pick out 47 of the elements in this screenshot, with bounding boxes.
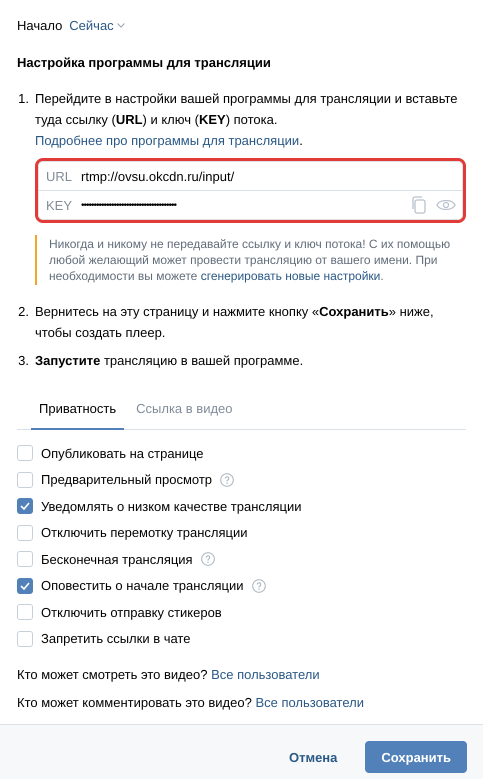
save-button[interactable]: Сохранить: [365, 741, 467, 773]
eye-icon[interactable]: [436, 199, 456, 211]
checkbox[interactable]: [17, 630, 33, 647]
checkbox[interactable]: [17, 498, 33, 514]
step-number: 3.: [17, 352, 29, 370]
field-label: URL: [46, 168, 72, 184]
help-icon[interactable]: [252, 578, 266, 593]
checkbox[interactable]: [17, 445, 33, 462]
option-label[interactable]: Предварительный просмотр: [41, 472, 212, 488]
checkbox[interactable]: [17, 578, 33, 594]
section-title: Настройка программы для трансляции: [17, 55, 272, 70]
checkmark-icon: [20, 582, 30, 590]
start-dropdown[interactable]: Сейчас: [69, 18, 125, 33]
step-text: Перейдите в настройки вашей программы для трансляции и вставьте туда ссылку (URL) и ключ (KEY) потока. Подробнее про программы для трансляции.: [35, 90, 459, 150]
field-label: KEY: [46, 198, 72, 212]
option-label[interactable]: Бесконечная трансляция: [41, 552, 193, 567]
cancel-button[interactable]: Отмена: [272, 741, 354, 773]
step-text: Вернитесь на эту страницу и нажмите кнопку «Сохранить» ниже, чтобы создать плеер.: [35, 303, 435, 342]
option-label[interactable]: Опубликовать на странице: [41, 446, 204, 461]
access-question: Кто может смотреть это видео?: [17, 667, 208, 682]
checkbox[interactable]: [17, 604, 33, 620]
access-link[interactable]: Все пользователи: [255, 695, 364, 710]
chevron-icon[interactable]: [116, 23, 125, 28]
tab[interactable]: Приватность: [31, 393, 124, 430]
option-label[interactable]: Запретить ссылки в чате: [41, 631, 190, 646]
checkbox[interactable]: [17, 551, 33, 568]
option-label[interactable]: Уведомлять о низком качестве трансляции: [41, 498, 302, 514]
url-field[interactable]: rtmp://ovsu.okcdn.ru/input/: [81, 168, 456, 184]
help-link[interactable]: Подробнее про программы для трансляции: [35, 133, 300, 148]
help-icon[interactable]: [220, 472, 234, 487]
step-text: Запустите трансляцию в вашей программе.: [35, 352, 304, 370]
start-label: Начало: [17, 18, 62, 33]
option-label[interactable]: Отключить отправку стикеров: [41, 604, 222, 620]
help-icon[interactable]: [200, 552, 215, 566]
checkbox[interactable]: [17, 472, 33, 488]
stream-key-field[interactable]: ••••••••••••••••••••••••••••••••••••••: [81, 200, 402, 210]
copy-icon[interactable]: [411, 196, 427, 214]
access-link[interactable]: Все пользователи: [211, 667, 320, 682]
regenerate-link[interactable]: сгенерировать новые настройки: [200, 269, 380, 283]
step-number: 1.: [17, 90, 29, 108]
warning-text: Никогда и никому не передавайте ссылку и ключ потока! С их помощью любой желающий может провести трансляцию от вашего имени. При необходимости вы можете сгенерировать новые настройки.: [35, 235, 466, 285]
checkmark-icon: [20, 502, 30, 510]
option-label[interactable]: Отключить перемотку трансляции: [41, 525, 248, 540]
step-number: 2.: [17, 303, 29, 321]
checkbox[interactable]: [17, 524, 33, 541]
access-question: Кто может комментировать это видео?: [17, 695, 252, 710]
option-label[interactable]: Оповестить о начале трансляции: [41, 578, 244, 594]
